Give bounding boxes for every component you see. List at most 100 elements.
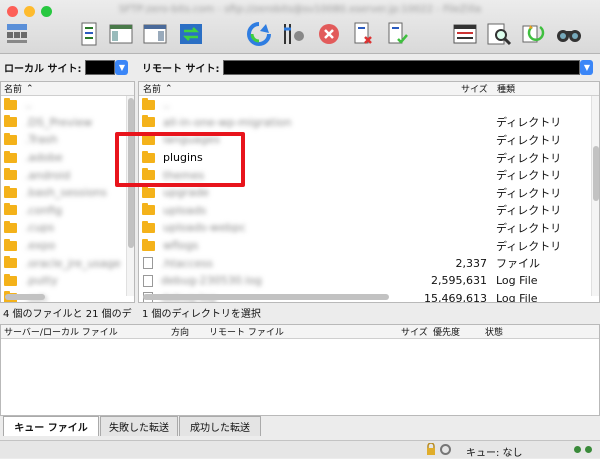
sort-asc-icon: ⌃	[165, 83, 173, 94]
local-vscrollbar[interactable]	[126, 96, 134, 296]
compare-icon[interactable]	[518, 18, 548, 50]
row-size: 2,337	[455, 256, 488, 270]
tree-local-icon[interactable]	[106, 18, 136, 50]
sort-asc-icon: ⌃	[26, 83, 34, 94]
list-item[interactable]: ..	[1, 96, 134, 114]
zoom-window-icon[interactable]	[41, 6, 52, 17]
list-item[interactable]: .putty	[1, 272, 134, 290]
row-name: debug-230530.log	[161, 274, 262, 288]
list-item[interactable]: .oracle_jre_usage	[1, 254, 134, 272]
table-row[interactable]: uploads ディレクトリ	[139, 202, 599, 220]
local-col-name[interactable]: 名前	[4, 82, 22, 95]
queue-col-priority[interactable]: 優先度	[433, 325, 460, 338]
row-name: wflogs	[163, 239, 199, 253]
filter-icon[interactable]	[450, 18, 480, 50]
tab-queued-files[interactable]: キュー ファイル	[3, 416, 99, 436]
remote-site-bar: リモート サイト: ▼	[142, 56, 596, 78]
table-row[interactable]: all-in-one-wp-migration ディレクトリ	[139, 114, 599, 132]
list-item[interactable]: .cups	[1, 219, 134, 237]
row-name: uploads	[163, 203, 207, 217]
folder-icon	[4, 97, 17, 110]
close-window-icon[interactable]	[7, 6, 18, 17]
remote-site-dropdown[interactable]: ▼	[580, 59, 594, 75]
queue-col-size[interactable]: サイズ	[401, 325, 428, 338]
folder-icon	[142, 97, 155, 110]
item-name: .config	[25, 203, 63, 217]
item-name: ..	[25, 98, 32, 112]
folder-icon	[4, 273, 17, 286]
remote-hscroll-thumb[interactable]	[143, 294, 389, 300]
row-type: ディレクトリ	[496, 151, 562, 165]
item-name: .oracle_jre_usage	[25, 256, 121, 270]
reconnect-icon[interactable]	[382, 18, 412, 50]
local-hscroll-thumb[interactable]	[5, 294, 45, 300]
folder-icon	[4, 220, 17, 233]
row-type: ディレクトリ	[496, 116, 562, 130]
item-name: .putty	[25, 274, 58, 288]
minimize-window-icon[interactable]	[24, 6, 35, 17]
row-type: ディレクトリ	[496, 221, 562, 235]
remote-col-name[interactable]: 名前	[143, 82, 161, 95]
local-status: 4 個のファイルと 21 個のデ	[3, 308, 132, 320]
row-type: ディレクトリ	[496, 133, 562, 147]
item-name: .Trash	[25, 133, 58, 147]
list-item[interactable]: .expo	[1, 237, 134, 255]
local-site-input[interactable]	[85, 59, 116, 75]
tab-successful-transfers[interactable]: 成功した転送	[179, 416, 261, 436]
local-column-header[interactable]: 名前 ⌃	[1, 82, 134, 96]
list-item[interactable]: .bash_sessions	[1, 184, 134, 202]
row-type: ファイル	[496, 257, 540, 271]
folder-icon	[4, 168, 17, 181]
queue-col-server[interactable]: サーバー/ローカル ファイル	[4, 325, 118, 338]
log-toggle-icon[interactable]	[74, 18, 104, 50]
tree-remote-icon[interactable]	[140, 18, 170, 50]
tab-failed-transfers[interactable]: 失敗した転送	[100, 416, 178, 436]
folder-icon	[142, 238, 155, 251]
list-item[interactable]: .DS_Preview	[1, 114, 134, 132]
remote-file-list[interactable]: 名前 ⌃ サイズ 種類 .. all-in-one-wp-migration ディレ…	[138, 81, 600, 303]
remote-col-type[interactable]: 種類	[497, 82, 515, 95]
table-row[interactable]: .htaccess 2,337 ファイル	[139, 254, 599, 272]
remote-site-input[interactable]	[223, 59, 581, 75]
search-remote-icon[interactable]	[484, 18, 514, 50]
queue-col-remote[interactable]: リモート ファイル	[209, 325, 284, 338]
list-item[interactable]: .config	[1, 202, 134, 220]
cancel-icon[interactable]	[314, 18, 344, 50]
transfer-queue[interactable]: サーバー/ローカル ファイル 方向 リモート ファイル サイズ 優先度 状態	[0, 324, 600, 416]
sync-transfer-icon[interactable]	[176, 18, 206, 50]
title-toolbar: SFTP:zero-bits.com - sftp://zerobits@sv1…	[0, 0, 600, 54]
table-row[interactable]: ..	[139, 96, 599, 114]
remote-vscroll-thumb[interactable]	[593, 146, 599, 201]
remote-vscrollbar[interactable]	[591, 96, 599, 296]
remote-status: 1 個のディレクトリを選択	[142, 308, 261, 320]
queue-header[interactable]: サーバー/ローカル ファイル 方向 リモート ファイル サイズ 優先度 状態	[1, 325, 599, 339]
row-type: Log File	[496, 291, 538, 303]
speed-limit-icon[interactable]	[440, 444, 451, 455]
folder-icon	[4, 238, 17, 251]
item-name: .expo	[25, 239, 56, 253]
file-icon	[143, 257, 153, 270]
queue-status-text: キュー: なし	[466, 448, 523, 459]
local-site-dropdown[interactable]: ▼	[115, 59, 129, 75]
file-icon	[143, 274, 153, 287]
window-controls	[7, 6, 52, 17]
remote-col-size[interactable]: サイズ	[461, 82, 488, 95]
queue-col-direction[interactable]: 方向	[171, 325, 189, 338]
table-row[interactable]: debug-230530.log 2,595,631 Log File	[139, 272, 599, 290]
process-queue-icon[interactable]	[278, 18, 308, 50]
row-name: upgrade	[163, 186, 209, 200]
table-row[interactable]: uploads-webpc ディレクトリ	[139, 219, 599, 237]
local-file-list[interactable]: 名前 ⌃ .. .DS_Preview .Trash .adobe .android .b…	[0, 81, 135, 303]
row-name: all-in-one-wp-migration	[163, 115, 292, 129]
table-row[interactable]: wflogs ディレクトリ	[139, 237, 599, 255]
transfer-indicator-icon	[574, 446, 581, 453]
refresh-icon[interactable]	[244, 18, 274, 50]
queue-col-status[interactable]: 状態	[485, 325, 503, 338]
item-name: .adobe	[25, 151, 63, 165]
site-manager-icon[interactable]	[2, 18, 32, 50]
disconnect-icon[interactable]	[348, 18, 378, 50]
find-icon[interactable]	[554, 18, 584, 50]
folder-icon	[4, 203, 17, 216]
remote-column-header[interactable]: 名前 ⌃ サイズ 種類	[139, 82, 599, 96]
transfer-indicator-icon-2	[585, 446, 592, 453]
